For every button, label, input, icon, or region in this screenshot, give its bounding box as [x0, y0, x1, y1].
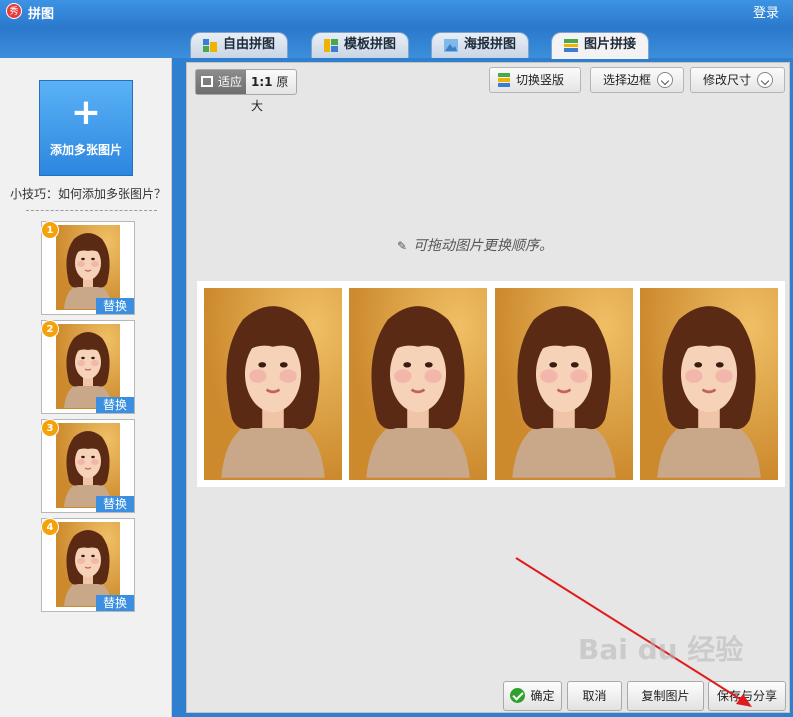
order-badge: 3	[41, 419, 59, 437]
stitched-photo-4[interactable]	[640, 288, 778, 480]
resize-label: 修改尺寸	[703, 73, 752, 87]
poster-collage-icon	[444, 39, 458, 52]
replace-button[interactable]: 替换	[96, 397, 134, 413]
drag-hint: ✎ 可拖动图片更换顺序。	[397, 235, 553, 255]
select-border-label: 选择边框	[603, 73, 652, 87]
order-badge: 4	[41, 518, 59, 536]
switch-vertical-button[interactable]: 切换竖版	[489, 67, 581, 93]
replace-button[interactable]: 替换	[96, 595, 134, 611]
thumbnail-item[interactable]: 2 替换	[41, 320, 135, 414]
tip-link[interactable]: 小技巧：如何添加多张图片？	[10, 185, 166, 202]
image-list-panel: + 添加多张图片 小技巧：如何添加多张图片？ 1 替换 2 替换 3 替换 4 …	[0, 58, 172, 717]
drag-hint-text: 可拖动图片更换顺序。	[413, 238, 554, 254]
watermark: Bai du 经验	[578, 633, 744, 666]
tab-poster-collage[interactable]: 海报拼图	[431, 32, 530, 58]
vertical-layout-icon	[498, 73, 510, 87]
tab-label: 图片拼接	[584, 37, 637, 52]
divider	[26, 210, 157, 211]
stitched-photo-3[interactable]	[495, 288, 633, 480]
window-title: 拼图	[28, 7, 55, 22]
tab-image-stitch[interactable]: 图片拼接	[551, 32, 650, 59]
stitched-image-strip[interactable]	[197, 281, 785, 487]
thumbnail-item[interactable]: 1 替换	[41, 221, 135, 315]
ratio-label: 1:1	[251, 75, 273, 89]
save-share-button[interactable]: 保存与分享	[708, 681, 786, 711]
tab-free-collage[interactable]: 自由拼图	[190, 32, 289, 58]
save-share-label: 保存与分享	[716, 689, 777, 703]
copy-image-button[interactable]: 复制图片	[627, 681, 704, 711]
tab-label: 海报拼图	[464, 37, 517, 52]
confirm-button[interactable]: 确定	[503, 681, 562, 711]
tab-label: 模板拼图	[344, 37, 397, 52]
image-stitch-icon	[564, 39, 578, 52]
order-badge: 2	[41, 320, 59, 338]
order-badge: 1	[41, 221, 59, 239]
stitched-photo-1[interactable]	[204, 288, 342, 480]
fit-icon	[201, 76, 213, 87]
thumbnail-item[interactable]: 3 替换	[41, 419, 135, 513]
replace-button[interactable]: 替换	[96, 298, 134, 314]
tab-strip: 自由拼图 模板拼图 海报拼图 图片拼接	[0, 28, 793, 59]
replace-button[interactable]: 替换	[96, 496, 134, 512]
template-collage-icon	[324, 39, 338, 52]
free-collage-icon	[203, 39, 217, 52]
add-images-label: 添加多张图片	[49, 143, 122, 157]
hand-cursor-icon: ✎	[397, 239, 408, 253]
tab-label: 自由拼图	[223, 37, 276, 52]
cancel-button[interactable]: 取消	[567, 681, 622, 711]
resize-dropdown[interactable]: 修改尺寸	[690, 67, 785, 93]
title-bar: 秀 拼图 登录	[0, 0, 793, 28]
login-link[interactable]: 登录	[753, 2, 779, 21]
cancel-label: 取消	[582, 689, 607, 703]
stitched-photo-2[interactable]	[349, 288, 487, 480]
add-images-button[interactable]: + 添加多张图片	[39, 80, 133, 176]
thumbnail-item[interactable]: 4 替换	[41, 518, 135, 612]
fit-label: 适应	[218, 75, 243, 89]
plus-icon: +	[70, 92, 102, 133]
fit-button[interactable]: 适应	[196, 70, 246, 94]
select-border-dropdown[interactable]: 选择边框	[590, 67, 684, 93]
app-logo-icon: 秀	[6, 3, 22, 19]
tab-template-collage[interactable]: 模板拼图	[311, 32, 410, 58]
stitch-canvas: 适应 1:1 原大 切换竖版 选择边框 修改尺寸 ✎ 可拖动图片更换顺序。 确定 …	[186, 62, 790, 713]
confirm-label: 确定	[530, 689, 555, 703]
original-size-button[interactable]: 1:1 原大	[247, 70, 297, 113]
chevron-down-icon	[757, 71, 774, 88]
check-icon	[510, 688, 526, 703]
zoom-toggle: 适应 1:1 原大	[195, 69, 297, 113]
chevron-down-icon	[657, 71, 674, 88]
switch-vertical-label: 切换竖版	[516, 73, 565, 87]
copy-label: 复制图片	[641, 689, 690, 703]
